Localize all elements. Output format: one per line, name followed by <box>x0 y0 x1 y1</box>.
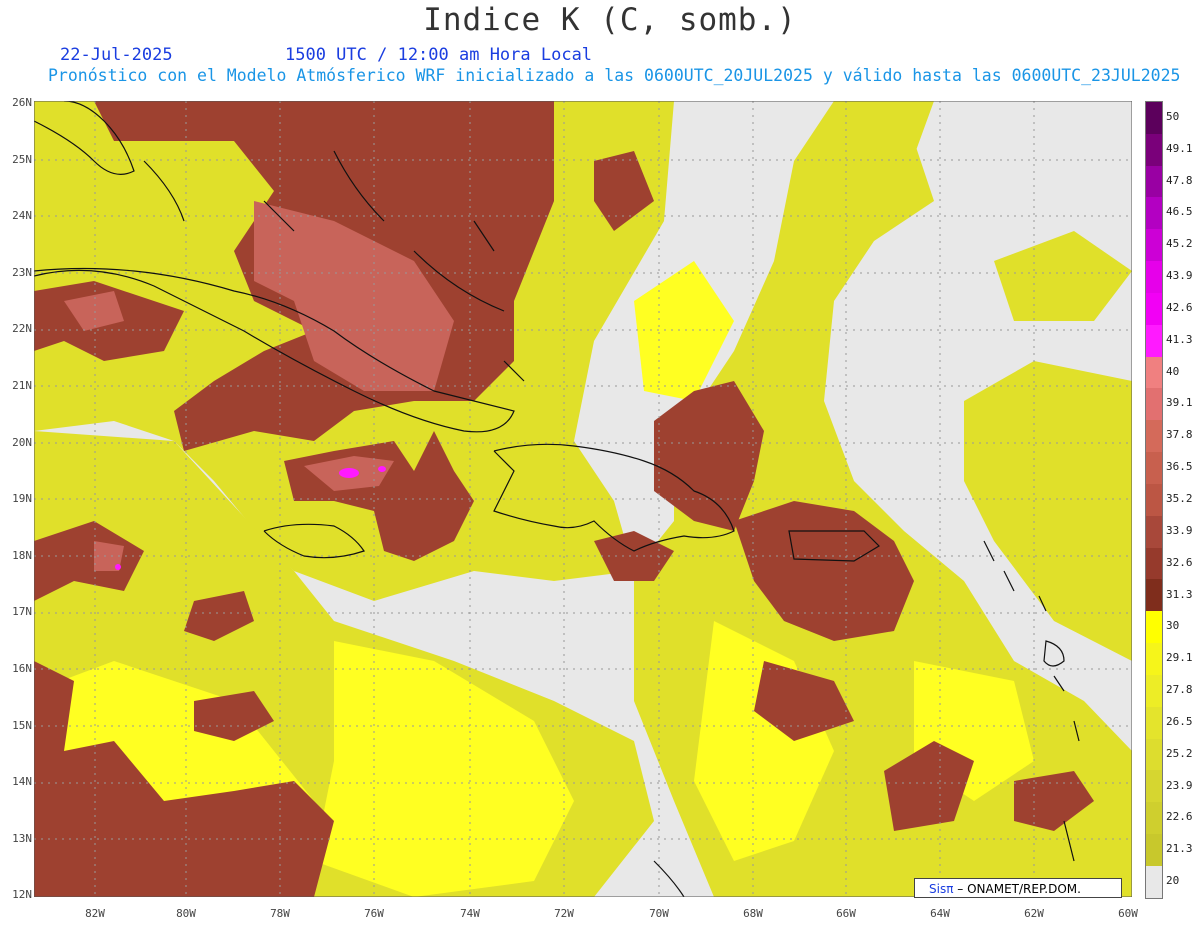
colorbar-label: 23.9 <box>1166 778 1193 792</box>
credit-brand: Sisπ <box>929 882 954 896</box>
colorbar-label: 33.9 <box>1166 523 1193 537</box>
lon-label: 82W <box>85 907 105 920</box>
lon-label: 72W <box>554 907 574 920</box>
colorbar-swatch <box>1146 261 1162 293</box>
lat-label: 25N <box>12 153 32 166</box>
lon-label: 66W <box>836 907 856 920</box>
colorbar-swatch <box>1146 865 1162 898</box>
colorbar-label: 49.1 <box>1166 141 1193 155</box>
chart-title: Indice K (C, somb.) <box>423 2 797 38</box>
colorbar-swatch <box>1146 197 1162 230</box>
colorbar-label: 31.3 <box>1166 587 1193 601</box>
colorbar-swatch <box>1146 483 1162 516</box>
colorbar-label: 25.2 <box>1166 746 1193 760</box>
colorbar-swatch <box>1146 802 1162 835</box>
colorbar-swatch <box>1146 292 1162 325</box>
lon-label: 64W <box>930 907 950 920</box>
lat-label: 19N <box>12 492 32 505</box>
colorbar-label: 46.5 <box>1166 205 1193 219</box>
forecast-description: Pronóstico con el Modelo Atmósferico WRF… <box>48 66 1181 85</box>
lon-label: 80W <box>176 907 196 920</box>
credit-text: – ONAMET/REP.DOM. <box>957 882 1081 896</box>
lat-label: 13N <box>12 832 32 845</box>
colorbar-label: 36.5 <box>1166 460 1193 474</box>
colorbar-swatch <box>1146 388 1162 421</box>
colorbar-swatch <box>1146 643 1162 675</box>
lat-label: 14N <box>12 775 32 788</box>
colorbar-swatch <box>1146 324 1162 357</box>
colorbar-swatch <box>1146 770 1162 803</box>
lat-label: 16N <box>12 662 32 675</box>
lat-label: 22N <box>12 322 32 335</box>
colorbar-label: 30 <box>1166 619 1180 633</box>
lon-label: 60W <box>1118 907 1138 920</box>
colorbar-label: 41.3 <box>1166 332 1193 346</box>
lat-label: 15N <box>12 719 32 732</box>
colorbar-label: 40 <box>1166 364 1180 378</box>
colorbar-label: 21.3 <box>1166 842 1193 856</box>
colorbar-label: 20 <box>1166 874 1180 888</box>
colorbar-label: 47.8 <box>1166 173 1193 187</box>
lat-label: 20N <box>12 436 32 449</box>
colorbar-label: 26.5 <box>1166 714 1193 728</box>
colorbar-label: 43.9 <box>1166 269 1193 283</box>
forecast-time: 1500 UTC / 12:00 am Hora Local <box>285 45 593 65</box>
colorbar-swatch <box>1146 674 1162 707</box>
colorbar-label: 32.6 <box>1166 555 1193 569</box>
colorbar-label: 45.2 <box>1166 237 1193 251</box>
lat-label: 17N <box>12 605 32 618</box>
colorbar-swatch <box>1146 706 1162 739</box>
lat-label: 23N <box>12 266 32 279</box>
colorbar-label: 42.6 <box>1166 300 1193 314</box>
lon-label: 74W <box>460 907 480 920</box>
colorbar-swatch <box>1146 229 1162 262</box>
colorbar-swatch <box>1146 452 1162 484</box>
colorbar-label: 35.2 <box>1166 492 1193 505</box>
credit-box: Sisπ – ONAMET/REP.DOM. <box>914 878 1122 898</box>
forecast-date: 22-Jul-2025 <box>60 45 173 65</box>
lon-label: 76W <box>364 907 384 920</box>
colorbar-swatch <box>1146 579 1162 612</box>
colorbar-swatch <box>1146 356 1162 389</box>
colorbar <box>1145 101 1163 899</box>
colorbar-swatch <box>1146 611 1162 644</box>
colorbar-label: 50 <box>1166 109 1180 123</box>
lat-label: 12N <box>12 888 32 901</box>
k-index-map <box>34 101 1132 897</box>
lat-label: 24N <box>12 209 32 222</box>
colorbar-label: 29.1 <box>1166 651 1193 665</box>
colorbar-swatch <box>1146 133 1162 166</box>
colorbar-label: 37.8 <box>1166 428 1193 442</box>
lat-label: 26N <box>12 96 32 109</box>
lon-label: 62W <box>1024 907 1044 920</box>
lat-label: 18N <box>12 549 32 562</box>
colorbar-label: 39.1 <box>1166 396 1193 410</box>
lat-label: 21N <box>12 379 32 392</box>
colorbar-swatch <box>1146 547 1162 580</box>
colorbar-swatch <box>1146 515 1162 548</box>
colorbar-label: 22.6 <box>1166 810 1193 824</box>
lon-label: 70W <box>649 907 669 920</box>
colorbar-swatch <box>1146 165 1162 198</box>
lon-label: 78W <box>270 907 290 920</box>
lon-label: 68W <box>743 907 763 920</box>
colorbar-swatch <box>1146 834 1162 866</box>
colorbar-swatch <box>1146 102 1162 134</box>
colorbar-label: 27.8 <box>1166 683 1193 697</box>
colorbar-swatch <box>1146 420 1162 453</box>
colorbar-swatch <box>1146 738 1162 771</box>
